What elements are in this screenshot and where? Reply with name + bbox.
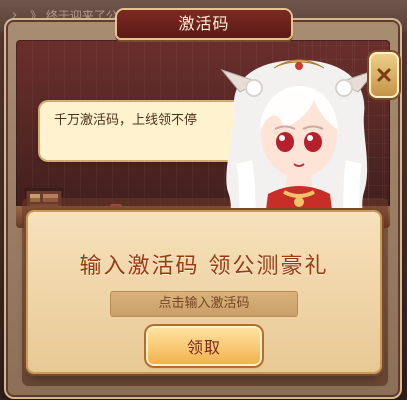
activation-panel: 输入激活码 领公测豪礼 领取 [28,212,380,372]
dialog-title: 激活码 [117,10,291,38]
close-icon [377,68,391,82]
activation-code-input[interactable] [110,291,298,317]
ticker-text: 》 终于迎来了公 [30,9,118,23]
claim-button[interactable]: 领取 [148,328,260,364]
activation-code-screen: › 》 终于迎来了公 激活码 千万激活码，上线领不停 输入激活码 领公测豪礼 点… [0,0,407,400]
speech-text: 千万激活码，上线领不停 [54,113,198,128]
close-button[interactable] [369,52,399,98]
promo-text: 输入激活码 领公测豪礼 [79,254,329,279]
